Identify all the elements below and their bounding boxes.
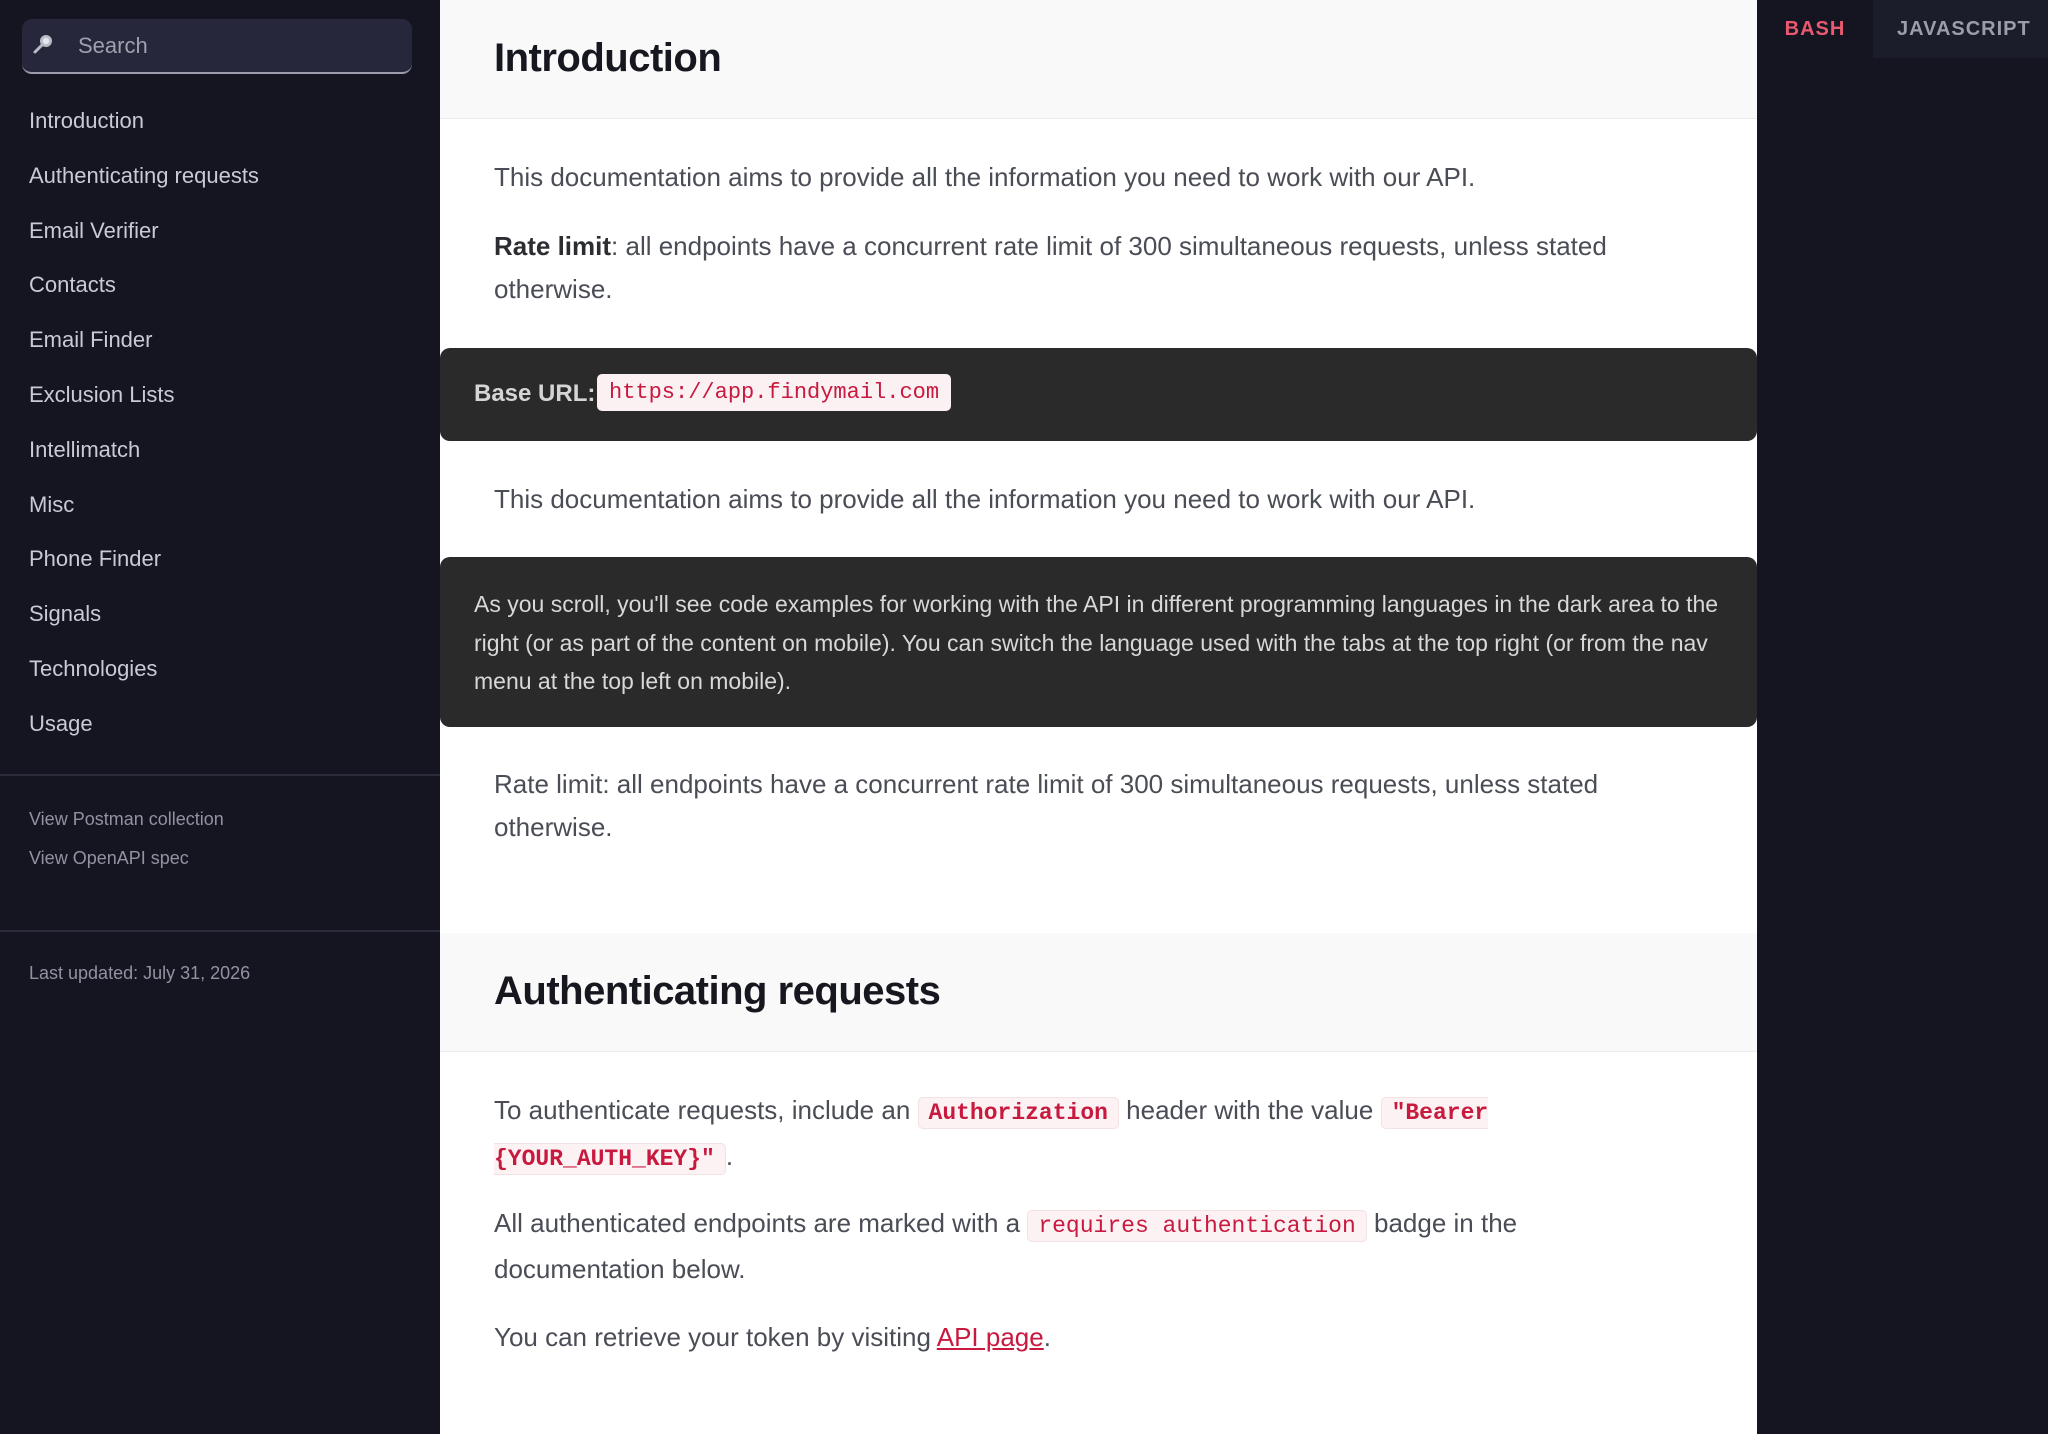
sidebar-item-email-finder[interactable]: Email Finder: [0, 313, 440, 368]
auth-title: Authenticating requests: [494, 969, 941, 1013]
intro-paragraph-repeat: This documentation aims to provide all t…: [494, 484, 1476, 514]
postman-collection-link[interactable]: View Postman collection: [29, 800, 224, 839]
auth-text: All authenticated endpoints are marked w…: [494, 1208, 1028, 1238]
tab-javascript[interactable]: JAVASCRIPT: [1873, 0, 2048, 58]
auth-text: To authenticate requests, include an: [494, 1095, 918, 1125]
base-url-box: Base URL: https://app.findymail.com: [440, 348, 1757, 441]
tab-bash[interactable]: BASH: [1757, 0, 1873, 58]
sidebar-item-phone-finder[interactable]: Phone Finder: [0, 532, 440, 587]
search-box[interactable]: [22, 19, 412, 74]
openapi-spec-link[interactable]: View OpenAPI spec: [29, 839, 224, 878]
sidebar-item-introduction[interactable]: Introduction: [0, 94, 440, 149]
sidebar-item-signals[interactable]: Signals: [0, 587, 440, 642]
auth-text: .: [1043, 1322, 1051, 1352]
introduction-title: Introduction: [494, 36, 722, 80]
sidebar-item-misc[interactable]: Misc: [0, 478, 440, 533]
sidebar-item-usage[interactable]: Usage: [0, 697, 440, 752]
main-content: Introduction This documentation aims to …: [440, 0, 1757, 1434]
search-icon: [33, 35, 52, 54]
sidebar-item-contacts[interactable]: Contacts: [0, 258, 440, 313]
auth-paragraph-1: To authenticate requests, include an Aut…: [494, 1089, 1624, 1181]
auth-text: header with the value: [1118, 1095, 1381, 1125]
auth-header: Authenticating requests: [440, 933, 1757, 1052]
authorization-code: Authorization: [917, 1097, 1119, 1129]
auth-text: You can retrieve your token by visiting: [494, 1322, 937, 1352]
intro-paragraph: This documentation aims to provide all t…: [494, 162, 1476, 192]
rate-limit-text: : all endpoints have a concurrent rate l…: [494, 231, 1607, 304]
sidebar-nav: Introduction Authenticating requests Ema…: [0, 94, 440, 752]
sidebar-links: View Postman collection View OpenAPI spe…: [29, 800, 224, 878]
auth-paragraph-3: You can retrieve your token by visiting …: [494, 1316, 1694, 1359]
sidebar-item-intellimatch[interactable]: Intellimatch: [0, 423, 440, 478]
sidebar-divider: [0, 774, 440, 776]
sidebar-item-exclusion-lists[interactable]: Exclusion Lists: [0, 368, 440, 423]
code-pane: BASH JAVASCRIPT: [1757, 0, 2048, 1434]
code-examples-note: As you scroll, you'll see code examples …: [440, 557, 1757, 727]
api-page-link[interactable]: API page: [937, 1322, 1044, 1352]
introduction-header: Introduction: [440, 0, 1757, 119]
auth-text: .: [725, 1141, 734, 1171]
sidebar-item-technologies[interactable]: Technologies: [0, 642, 440, 697]
auth-paragraph-2: All authenticated endpoints are marked w…: [494, 1202, 1624, 1291]
search-input[interactable]: [78, 27, 398, 65]
base-url-code[interactable]: https://app.findymail.com: [597, 374, 952, 411]
code-examples-note-text: As you scroll, you'll see code examples …: [474, 591, 1719, 694]
rate-limit-paragraph: Rate limit: all endpoints have a concurr…: [494, 225, 1694, 311]
sidebar: Introduction Authenticating requests Ema…: [0, 0, 440, 1434]
sidebar-item-email-verifier[interactable]: Email Verifier: [0, 204, 440, 259]
rate-limit-plain-paragraph: Rate limit: all endpoints have a concurr…: [494, 769, 1599, 842]
last-updated-text: Last updated: July 31, 2026: [29, 963, 251, 983]
sidebar-item-authenticating-requests[interactable]: Authenticating requests: [0, 149, 440, 204]
sidebar-divider: [0, 930, 440, 932]
language-tabs: BASH JAVASCRIPT: [1757, 0, 2048, 60]
rate-limit-label: Rate limit: [494, 231, 612, 261]
requires-authentication-badge: requires authentication: [1027, 1210, 1367, 1242]
base-url-label: Base URL:: [474, 380, 596, 407]
